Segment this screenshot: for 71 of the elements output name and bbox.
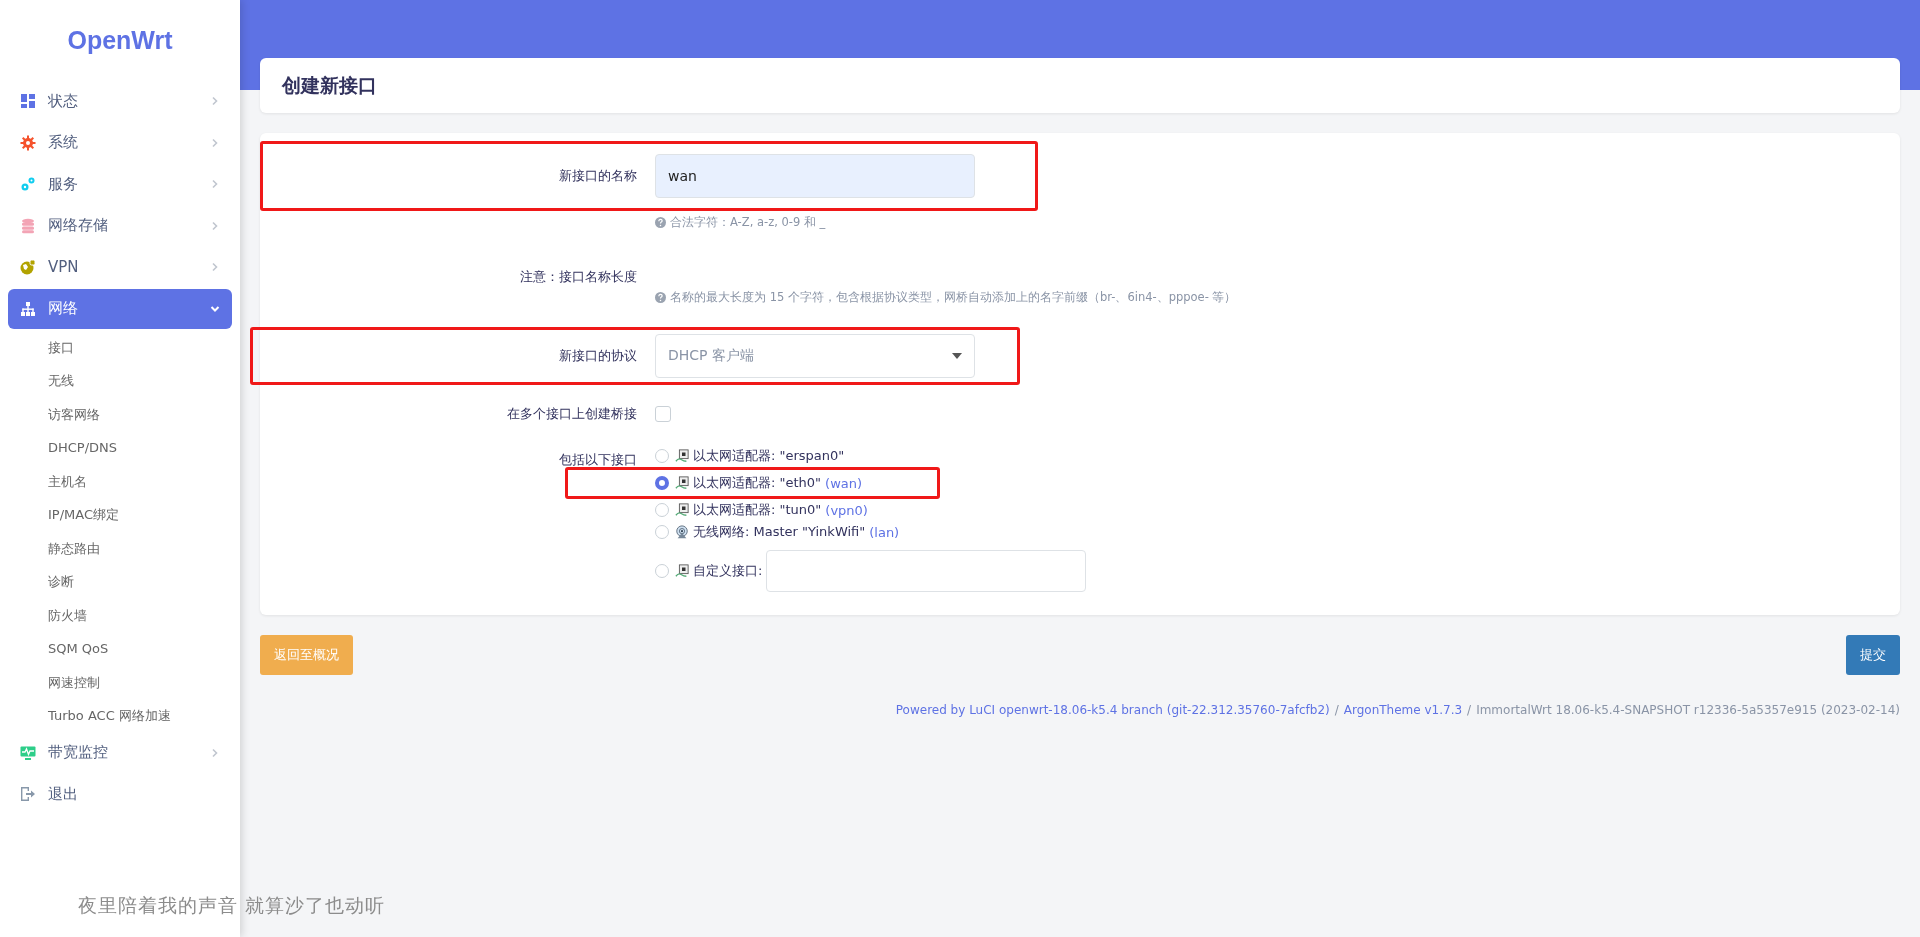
- menu-item[interactable]: VPN: [8, 247, 232, 288]
- submenu-item[interactable]: IP/MAC绑定: [8, 498, 119, 532]
- footer-link[interactable]: Powered by LuCI openwrt-18.06-k5.4 branch (git-22.312.35760-7afcfb2): [895, 703, 1330, 717]
- separator: /: [1467, 703, 1472, 717]
- network-card-icon: [675, 503, 689, 517]
- sitemap-icon: [20, 300, 36, 317]
- network-name: (wan): [825, 475, 863, 491]
- option-label: 无线网络: Master "YinkWifi": [693, 523, 866, 541]
- field-label: 新接口的名称: [558, 167, 638, 185]
- footer-link[interactable]: ArgonTheme v1.7.3: [1343, 703, 1463, 717]
- bridge-checkbox[interactable]: [655, 406, 671, 422]
- menu-item[interactable]: 带宽监控: [8, 732, 232, 773]
- chevron-right-icon: [210, 179, 220, 190]
- protocol-select[interactable]: DHCP 客户端: [655, 334, 975, 378]
- menu-item[interactable]: 状态: [8, 81, 232, 121]
- menu-item[interactable]: 网络: [8, 288, 232, 329]
- submenu-item[interactable]: SQM QoS: [8, 632, 109, 666]
- network-card-icon: [675, 476, 689, 490]
- submenu-item[interactable]: 访客网络: [8, 397, 100, 432]
- submenu-item[interactable]: 主机名: [8, 464, 87, 499]
- help-icon: [655, 292, 666, 303]
- submenu-item[interactable]: DHCP/DNS: [8, 431, 118, 465]
- chevron-right-icon: [210, 137, 220, 148]
- network-card-icon: [675, 449, 689, 463]
- radio-button[interactable]: [655, 476, 669, 490]
- brand-logo[interactable]: OpenWrt: [67, 26, 173, 55]
- menu-item[interactable]: 系统: [8, 122, 232, 163]
- network-name: (vpn0): [825, 502, 868, 518]
- menu-item[interactable]: 网络存储: [8, 205, 232, 246]
- chevron-right-icon: [210, 96, 220, 106]
- chevron-right-icon: [210, 262, 220, 273]
- option-label: 以太网适配器: "tun0": [693, 501, 822, 519]
- submenu-item[interactable]: 网速控制: [8, 665, 100, 700]
- lyric-overlay: 夜里陪着我的声音 就算沙了也动听: [78, 893, 386, 918]
- monitor-icon: [20, 744, 36, 761]
- field-label: 在多个接口上创建桥接: [506, 405, 638, 423]
- chevron-right-icon: [210, 747, 220, 758]
- gears-icon: [20, 176, 36, 193]
- submenu-item[interactable]: 接口: [8, 330, 74, 365]
- separator: /: [1334, 703, 1339, 717]
- help-icon: [655, 217, 666, 228]
- caret-icon: [952, 353, 962, 359]
- field-label: 新接口的协议: [558, 347, 638, 365]
- submit-button[interactable]: 提交: [1846, 635, 1900, 675]
- field-label: 包括以下接口: [558, 451, 638, 469]
- antenna-icon: [675, 525, 689, 539]
- note-label: 注意：接口名称长度: [519, 268, 638, 286]
- name-input[interactable]: wan: [655, 154, 975, 198]
- field-hint: 名称的最大长度为 15 个字符，包含根据协议类型，网桥自动添加上的名字前缀（br-、6in4-、pppoe- 等）: [670, 290, 1237, 305]
- field-hint: 合法字符：A-Z, a-z, 0-9 和 _: [670, 215, 826, 230]
- page-title: 创建新接口: [282, 72, 377, 98]
- menu-item[interactable]: 退出: [8, 774, 232, 815]
- submenu-item[interactable]: Turbo ACC 网络加速: [8, 699, 171, 733]
- submenu-item[interactable]: 防火墙: [8, 598, 87, 633]
- option-label: 自定义接口:: [693, 562, 763, 580]
- option-label: 以太网适配器: "erspan0": [693, 447, 845, 465]
- submenu-item[interactable]: 静态路由: [8, 531, 100, 566]
- custom-interface-input[interactable]: [766, 550, 1087, 592]
- network-name: (lan): [869, 524, 900, 540]
- footer-text: ImmortalWrt 18.06-k5.4-SNAPSHOT r12336-5a5357e915 (2023-02-14): [1476, 703, 1900, 717]
- option-label: 以太网适配器: "eth0": [693, 474, 822, 492]
- network-card-icon: [675, 564, 689, 578]
- database-icon: [20, 217, 36, 234]
- menu-item[interactable]: 服务: [8, 164, 232, 205]
- logout-icon: [20, 786, 36, 803]
- dashboard-icon: [20, 93, 36, 109]
- submenu-item[interactable]: 无线: [8, 364, 74, 398]
- gear-icon: [20, 134, 36, 151]
- chevron-right-icon: [210, 220, 220, 231]
- submenu-item[interactable]: 诊断: [8, 565, 74, 599]
- globe-icon: [20, 259, 36, 276]
